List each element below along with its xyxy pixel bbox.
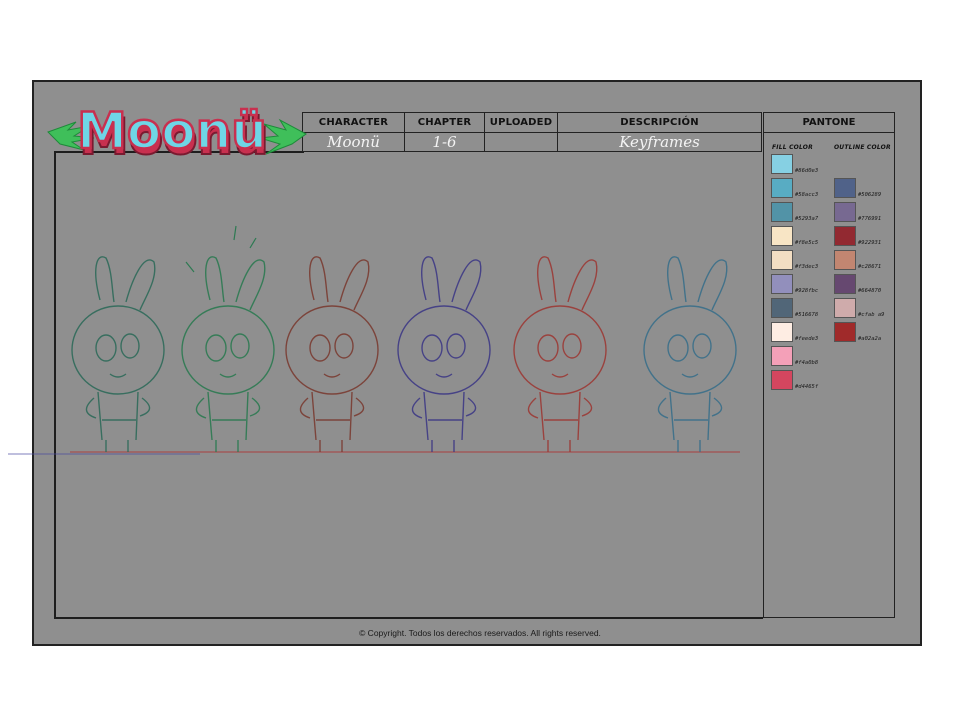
left-eye [667,334,689,362]
mouth [435,373,453,378]
left-eye [205,334,227,362]
right-eye [230,333,250,359]
character-figure-5 [513,256,607,452]
right-ear [339,259,370,311]
left-ear [309,256,329,303]
left-ear [667,256,687,303]
head [71,305,165,395]
left-eye [537,334,559,362]
left-ear [421,256,441,303]
left-eye [421,334,443,362]
right-eye [334,333,354,359]
character-figure-2 [181,256,275,452]
character-figure-1 [71,256,165,452]
mouth [323,373,341,378]
right-eye [446,333,466,359]
head [285,305,379,395]
mouth [219,373,237,378]
body [539,391,581,441]
legs [431,440,455,452]
right-ear [235,259,266,311]
character-figure-4 [397,256,491,452]
character-figure-6 [643,256,737,452]
character-figure-3 [285,256,379,452]
body [311,391,353,441]
left-eye [309,334,331,362]
left-ear [95,256,115,303]
surprise-lines [185,225,257,273]
arms [299,397,365,419]
arms [195,397,261,419]
legs [677,440,701,452]
left-eye [95,334,117,362]
copyright-text: © Copyright. Todos los derechos reservad… [359,628,601,638]
left-ear [537,256,557,303]
right-ear [451,259,482,311]
arms [411,397,477,419]
mouth [551,373,569,378]
legs [319,440,343,452]
legs [215,440,239,452]
right-eye [692,333,712,359]
right-eye [562,333,582,359]
legs [547,440,571,452]
body [97,391,139,441]
head [181,305,275,395]
right-eye [120,333,140,359]
legs [105,440,129,452]
body [423,391,465,441]
body [669,391,711,441]
mouth [109,373,127,378]
head [643,305,737,395]
body [207,391,249,441]
head [397,305,491,395]
arms [527,397,593,419]
mouth [681,373,699,378]
character-sketches [8,225,740,455]
left-ear [205,256,225,303]
arms [657,397,723,419]
head [513,305,607,395]
arms [85,397,151,419]
right-ear [567,259,598,311]
right-ear [697,259,728,311]
right-ear [125,259,156,311]
